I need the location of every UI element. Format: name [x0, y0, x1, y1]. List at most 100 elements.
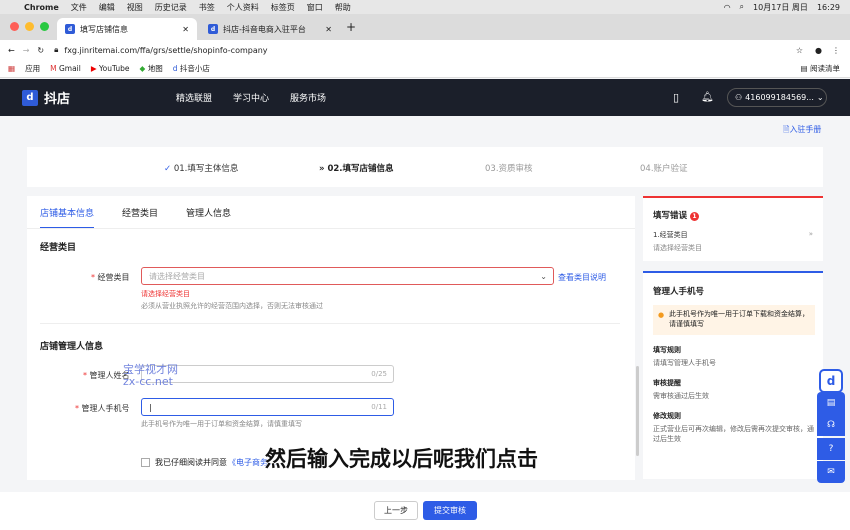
nav-service-market[interactable]: 服务市场 — [290, 91, 326, 104]
tab-manager-info[interactable]: 管理人信息 — [186, 206, 231, 229]
macos-menu-bar: Chrome 文件 编辑 视图 历史记录 书签 个人资料 标签页 窗口 帮助 ◠… — [0, 0, 850, 14]
time-label: 16:29 — [816, 2, 840, 12]
nav-selected-alliance[interactable]: 精选联盟 — [176, 91, 212, 104]
bell-icon[interactable]: 🔔︎ — [701, 92, 714, 103]
text-cursor: | — [149, 402, 152, 412]
app-header: d 抖店 精选联盟 学习中心 服务市场 ▯ 🔔︎ ⚇ 416099184569.… — [0, 79, 850, 116]
view-category-link[interactable]: 查看类目说明 — [558, 272, 606, 283]
rule-heading: 填写规则 — [653, 346, 681, 354]
browser-tab-active[interactable]: d 填写店铺信息 ✕ — [57, 18, 197, 40]
bookmark-douyin-shop[interactable]: d 抖音小店 — [173, 63, 210, 74]
douyin-shop-logo-icon: d — [22, 89, 38, 106]
bookmark-apps[interactable]: 应用 — [25, 63, 40, 74]
notice-text: 此手机号作为唯一用于订单下载和资金结算，请谨慎填写 — [669, 310, 809, 328]
douyin-shop-favicon-icon: d — [208, 24, 218, 34]
reload-icon[interactable]: ↻ — [37, 46, 44, 55]
reading-list-label: 阅读清单 — [810, 64, 840, 73]
step-todo: 04.账户验证 — [640, 164, 688, 174]
divider — [40, 323, 620, 324]
watermark-line: zx-cc.net — [123, 375, 173, 388]
nav-learning-center[interactable]: 学习中心 — [233, 91, 269, 104]
help-notice: ● 此手机号作为唯一用于订单下载和资金结算，请谨慎填写 — [653, 305, 815, 335]
category-label: * 经营类目 — [91, 273, 130, 282]
apps-grid-icon[interactable]: ▦ — [8, 64, 15, 73]
account-dropdown[interactable]: ⚇ 416099184569... ⌄ — [727, 88, 827, 107]
scrollbar[interactable] — [636, 366, 639, 456]
menu-item[interactable]: 书签 — [199, 2, 215, 13]
menu-item[interactable]: 文件 — [71, 2, 87, 13]
browser-menu-icon[interactable]: ⋮ — [832, 46, 840, 55]
wifi-icon[interactable]: ◠ — [724, 3, 731, 12]
help-rules: 填写规则 请填写管理人手机号 审核提醒 需审核通过后生效 修改规则 正式营业后可… — [653, 345, 815, 444]
error-item[interactable]: 1.经营类目 请选择经营类目 » — [653, 230, 813, 253]
url-field[interactable]: fxg.jinritemai.com/ffa/grs/settle/shopin… — [64, 46, 267, 55]
video-subtitle: 然后输入完成以后呢我们点击 — [265, 447, 538, 471]
youtube-icon: ▶ — [90, 64, 97, 73]
mobile-icon[interactable]: ▯ — [673, 91, 679, 104]
floating-help-icon[interactable]: ? — [817, 438, 845, 460]
manager-phone-input[interactable]: | 0/11 — [141, 398, 394, 416]
douyin-shop-icon: d — [172, 64, 178, 73]
close-tab-icon[interactable]: ✕ — [325, 25, 332, 34]
error-item-desc: 请选择经营类目 — [653, 244, 702, 252]
search-icon[interactable]: ⌕ — [740, 2, 744, 12]
tab-business-category[interactable]: 经营类目 — [122, 206, 158, 229]
close-window-button[interactable] — [10, 22, 19, 31]
new-tab-button[interactable]: + — [346, 20, 356, 34]
menu-item[interactable]: 历史记录 — [155, 2, 187, 13]
bookmark-star-icon[interactable]: ☆ — [796, 46, 803, 55]
menu-item[interactable]: 视图 — [127, 2, 143, 13]
bookmark-youtube[interactable]: ▶ YouTube — [91, 64, 130, 73]
field-help-panel: 管理人手机号 ● 此手机号作为唯一用于订单下载和资金结算，请谨慎填写 填写规则 请… — [643, 271, 823, 479]
category-select[interactable]: 请选择经营类目 ⌄ — [141, 267, 554, 285]
tab-shop-basic-info[interactable]: 店铺基本信息 — [40, 206, 95, 229]
floating-message-icon[interactable]: ✉ — [817, 461, 845, 483]
menu-item[interactable]: 编辑 — [99, 2, 115, 13]
rule-heading: 修改规则 — [653, 412, 681, 420]
manager-name-input[interactable]: 0/25 — [141, 365, 394, 383]
close-tab-icon[interactable]: ✕ — [182, 25, 189, 34]
help-panel-title: 管理人手机号 — [653, 287, 705, 297]
bookmark-gmail[interactable]: M Gmail — [50, 64, 81, 73]
forward-icon[interactable]: → — [23, 46, 30, 55]
section-title-category: 经营类目 — [40, 243, 77, 253]
step-done: ✓ 01.填写主体信息 — [164, 162, 238, 174]
chevron-down-icon: ⌄ — [540, 271, 547, 281]
warning-icon: ● — [658, 311, 665, 319]
agreement-checkbox[interactable] — [141, 458, 150, 467]
app-menu[interactable]: Chrome — [24, 3, 59, 12]
maximize-window-button[interactable] — [40, 22, 49, 31]
logo-text[interactable]: 抖店 — [44, 88, 70, 107]
errors-title-row: 填写错误 1 — [653, 209, 699, 221]
maps-icon: ◆ — [139, 64, 146, 73]
bookmark-label: 地图 — [147, 64, 163, 73]
agreement-link[interactable]: 《电子商务 — [228, 457, 268, 468]
char-counter: 0/25 — [371, 370, 387, 378]
back-icon[interactable]: ← — [8, 46, 15, 55]
submit-review-button[interactable]: 提交审核 — [423, 501, 477, 520]
floating-logo-icon[interactable]: d — [819, 369, 843, 393]
window-controls — [10, 22, 49, 31]
floating-support-icon[interactable]: ☊ — [817, 414, 845, 436]
chevron-down-icon: ⌄ — [816, 93, 824, 102]
reading-list-button[interactable]: ▤ 阅读清单 — [801, 63, 840, 74]
rule-text: 请填写管理人手机号 — [653, 359, 716, 367]
lock-icon: 🔒︎ — [54, 45, 59, 54]
menu-item[interactable]: 帮助 — [335, 2, 351, 13]
watermark: 宝学视才网 zx-cc.net — [123, 364, 178, 388]
account-id: 416099184569... — [745, 93, 814, 102]
floating-document-icon[interactable]: ▤ — [817, 392, 845, 414]
bookmark-maps[interactable]: ◆ 地图 — [140, 63, 163, 74]
profile-icon[interactable]: ● — [815, 46, 822, 55]
minimize-window-button[interactable] — [25, 22, 34, 31]
entry-manual-link[interactable]: 🗎︎入驻手册 — [783, 124, 821, 138]
menu-item[interactable]: 个人资料 — [227, 2, 259, 13]
prev-step-button[interactable]: 上一步 — [374, 501, 418, 520]
menu-item[interactable]: 窗口 — [307, 2, 323, 13]
rule-heading: 审核提醒 — [653, 379, 681, 387]
error-item-title: 1.经营类目 — [653, 231, 688, 239]
browser-tab[interactable]: d 抖店-抖音电商入驻平台 ✕ — [200, 18, 340, 40]
category-hint: 必须从营业执照允许的经营范围内选择，否则无法审核通过 — [141, 302, 323, 310]
menu-item[interactable]: 标签页 — [271, 2, 295, 13]
double-chevron-right-icon: » — [808, 230, 813, 238]
